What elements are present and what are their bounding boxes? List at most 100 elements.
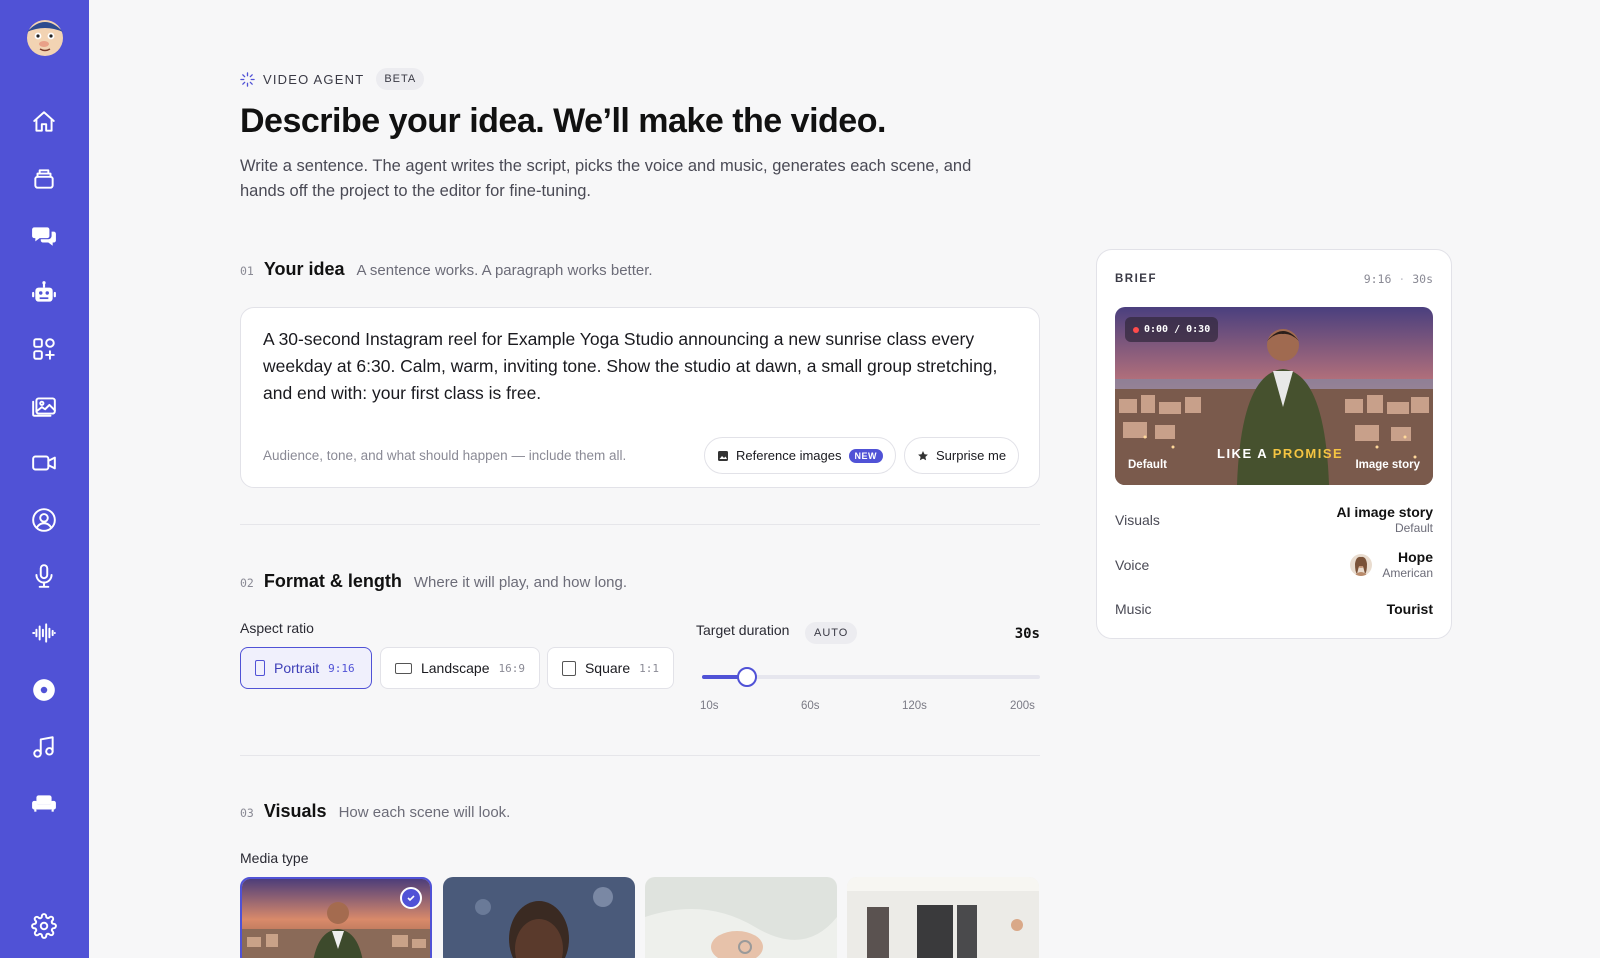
auto-badge[interactable]: AUTO	[805, 622, 858, 644]
tick-label: 10s	[700, 700, 719, 712]
voice-avatar	[1350, 553, 1373, 576]
waveform-icon	[32, 623, 56, 643]
brief-key: Music	[1115, 601, 1152, 617]
aspect-landscape-button[interactable]: Landscape 16:9	[380, 647, 540, 689]
tick-label: 120s	[902, 700, 927, 712]
home-icon	[33, 111, 55, 132]
section-title: Format & length	[263, 571, 402, 591]
nav-music[interactable]	[24, 727, 64, 767]
portrait-icon	[255, 660, 265, 676]
preview-style-label: Default	[1128, 459, 1167, 471]
surprise-me-button[interactable]: Surprise me	[904, 437, 1020, 474]
idea-help-text: Audience, tone, and what should happen —…	[263, 448, 627, 463]
record-icon	[33, 679, 55, 701]
sparkle-icon	[240, 71, 255, 87]
brief-label: BRIEF	[1115, 273, 1157, 285]
nav-home[interactable]	[24, 102, 64, 142]
brief-row-music: Music Tourist	[1115, 601, 1433, 617]
media-type-label: Media type	[240, 850, 309, 866]
ratio-value: 9:16	[328, 661, 355, 675]
brief-value: AI image story	[1336, 504, 1433, 520]
caption-highlight: PROMISE	[1272, 446, 1344, 461]
section-format-header: 02 Format & length Where it will play, a…	[240, 571, 627, 592]
apps-icon	[33, 338, 55, 360]
preview-caption: LIKE A PROMISE	[1217, 446, 1343, 461]
microphone-icon	[35, 564, 53, 588]
target-duration-label: Target duration	[696, 622, 790, 638]
media-thumbnail	[443, 877, 635, 958]
section-title: Your idea	[263, 259, 345, 279]
nav-record[interactable]	[24, 670, 64, 710]
ratio-label: Portrait	[274, 660, 320, 676]
media-option-image-story[interactable]	[240, 877, 432, 958]
duration-value: 30s	[1014, 626, 1040, 642]
media-thumbnail	[645, 877, 837, 958]
aspect-ratio-label: Aspect ratio	[240, 620, 314, 636]
ratio-label: Landscape	[420, 660, 490, 676]
media-option-interior[interactable]	[847, 877, 1039, 958]
brief-meta-ratio: 9:16	[1363, 272, 1392, 286]
video-preview[interactable]: 0:00 / 0:30 LIKE A PROMISE Default Image…	[1115, 307, 1433, 485]
brief-meta-separator: ·	[1398, 272, 1406, 286]
app-logo[interactable]	[22, 14, 68, 58]
media-option-avatar[interactable]	[443, 877, 635, 958]
caption-text: LIKE A	[1217, 446, 1273, 461]
eyebrow-text: VIDEO AGENT	[263, 71, 365, 87]
brief-subvalue: American	[1382, 566, 1433, 580]
user-circle-icon	[32, 508, 56, 532]
brief-value: Hope	[1398, 549, 1433, 565]
recording-dot-icon	[1133, 326, 1139, 333]
ratio-label: Square	[584, 660, 631, 676]
ratio-value: 1:1	[639, 661, 659, 675]
video-camera-icon	[32, 455, 56, 471]
section-hint: A sentence works. A paragraph works bett…	[356, 262, 653, 279]
nav-robot[interactable]	[24, 273, 64, 313]
gear-icon	[31, 913, 57, 939]
nav-layers[interactable]	[24, 159, 64, 199]
nav-microphone[interactable]	[24, 556, 64, 596]
nav-apps[interactable]	[24, 329, 64, 369]
nav-video[interactable]	[24, 443, 64, 483]
brief-key: Voice	[1115, 556, 1150, 573]
layers-icon	[34, 169, 54, 189]
nav-sofa[interactable]	[24, 783, 64, 823]
gallery-icon	[32, 397, 56, 417]
music-note-icon	[33, 736, 54, 758]
divider	[240, 755, 1040, 756]
aspect-portrait-button[interactable]: Portrait 9:16	[240, 647, 372, 689]
selected-check-icon	[400, 887, 422, 909]
nav-chat[interactable]	[24, 216, 64, 256]
section-title: Visuals	[263, 801, 327, 821]
reference-images-button[interactable]: Reference images NEW	[704, 437, 896, 474]
ratio-value: 16:9	[498, 661, 526, 675]
section-visuals-header: 03 Visuals How each scene will look.	[240, 801, 510, 822]
nav-avatar[interactable]	[24, 500, 64, 540]
aspect-square-button[interactable]: Square 1:1	[547, 647, 674, 689]
nav-waveform[interactable]	[24, 613, 64, 653]
nav-settings[interactable]	[24, 906, 64, 946]
idea-textarea[interactable]: A 30-second Instagram reel for Example Y…	[240, 307, 1040, 488]
section-number: 02	[240, 576, 254, 590]
new-badge: NEW	[848, 448, 883, 463]
preview-type-label: Image story	[1355, 459, 1420, 471]
media-option-stock[interactable]	[645, 877, 837, 958]
tick-label: 200s	[1010, 700, 1035, 712]
page-subtitle: Write a sentence. The agent writes the s…	[240, 157, 972, 200]
robot-icon	[32, 281, 56, 302]
beta-badge: BETA	[376, 68, 425, 90]
sidebar	[0, 0, 89, 958]
nav-gallery[interactable]	[24, 386, 64, 426]
slider-thumb[interactable]	[737, 667, 758, 687]
duration-slider[interactable]	[702, 667, 1040, 687]
media-thumbnail	[847, 877, 1039, 958]
section-hint: How each scene will look.	[338, 804, 511, 821]
divider	[240, 524, 1040, 525]
idea-text[interactable]: A 30-second Instagram reel for Example Y…	[263, 326, 1023, 407]
surprise-me-label: Surprise me	[936, 448, 1007, 463]
reference-images-label: Reference images	[736, 448, 842, 463]
brief-card: BRIEF 9:16 · 30s 0:00 / 0:30 LIKE A PROM…	[1096, 249, 1452, 639]
brief-meta: 9:16 · 30s	[1364, 272, 1433, 286]
section-number: 03	[240, 806, 254, 820]
page-title: Describe your idea. We’ll make the video…	[240, 102, 886, 140]
brief-row-visuals: Visuals AI image story Default	[1115, 504, 1433, 535]
